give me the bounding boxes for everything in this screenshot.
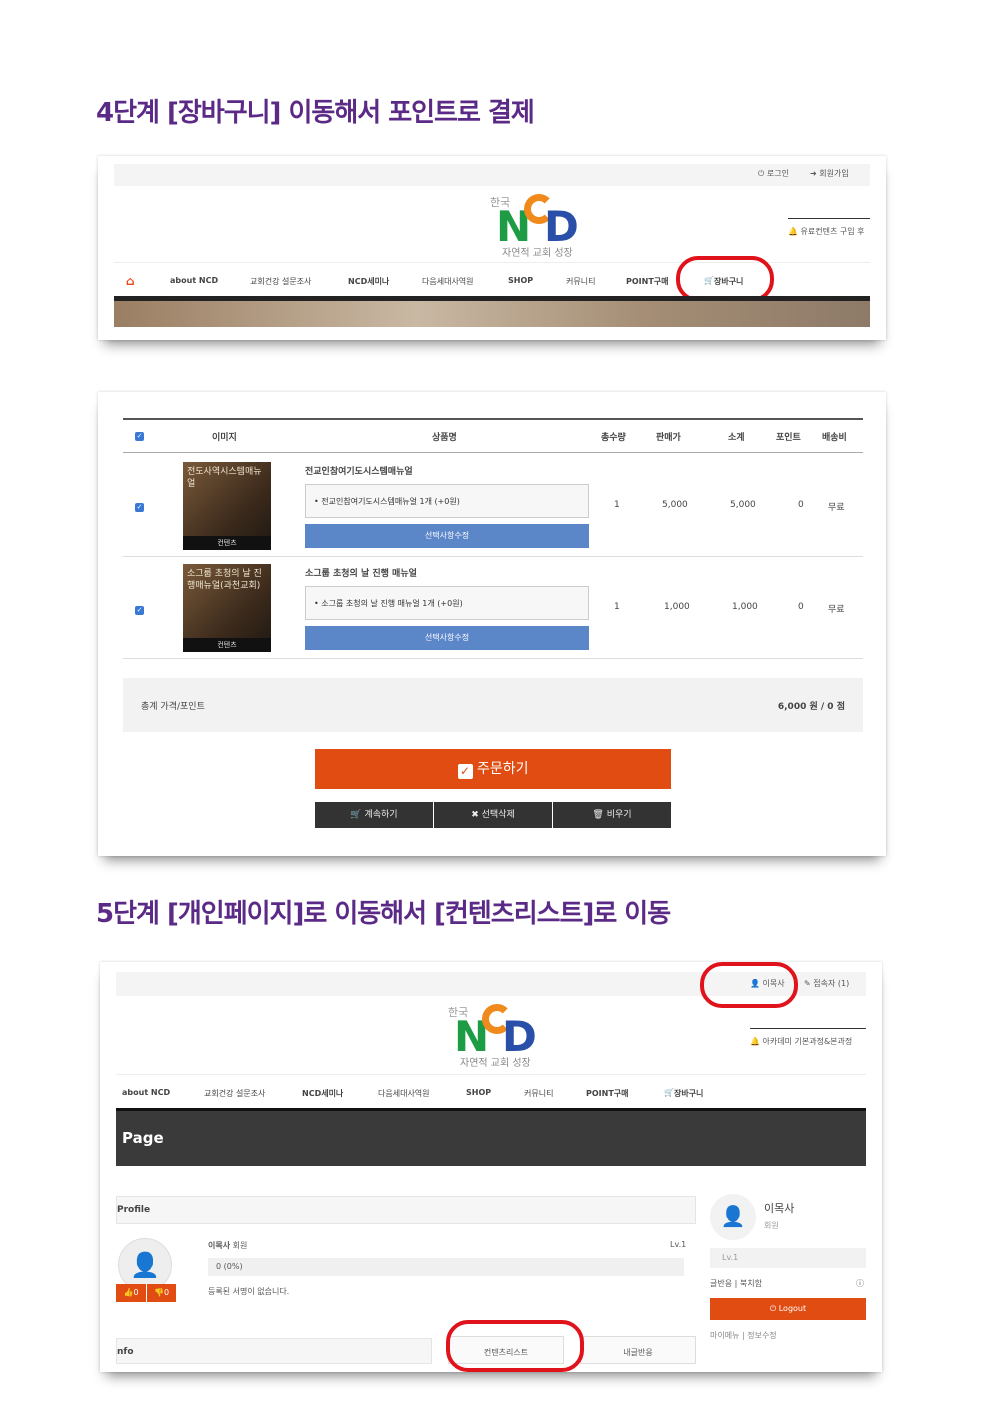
order-button[interactable]: ✓ 주문하기 [315, 749, 671, 789]
row1-checkbox[interactable]: ✓ [135, 503, 144, 512]
row2-price: 1,000 [664, 602, 690, 612]
header-divider [750, 1028, 866, 1029]
step4-title: 4단계 [장바구니] 이동해서 포인트로 결제 [96, 98, 535, 128]
empty-cart-button[interactable]: 🗑 비우기 [553, 802, 671, 828]
step4-screenshot: ⏻ 로그인 ➜ 회원가입 한국 N D 자연적 교회 성장 🔔 유료컨텐츠 구입… [98, 156, 886, 340]
header-point: 포인트 [776, 433, 801, 443]
total-value: 6,000 원 / 0 점 [777, 702, 845, 712]
side-level-box: Lv.1 [710, 1248, 866, 1268]
top-bar [114, 164, 870, 186]
delete-selected-button[interactable]: ✖ 선택삭제 [434, 802, 552, 828]
row1-shipping: 무료 [828, 503, 845, 513]
ncd-logo[interactable]: 한국 N D 자연적 교회 성장 [490, 194, 600, 266]
cart-screenshot: ✓ 이미지 상품명 총수량 판매가 소계 포인트 배송비 ✓ 전도사역시스템매뉴… [98, 392, 886, 856]
profile-level: Lv.1 [670, 1240, 687, 1249]
select-all-checkbox[interactable]: ✓ [135, 432, 144, 441]
continue-shopping-button[interactable]: 🛒 계속하기 [315, 802, 433, 828]
nav-community[interactable]: 커뮤니티 [524, 1088, 553, 1099]
row1-product-name[interactable]: 전교인참여기도시스템매뉴얼 [305, 464, 413, 477]
contents-list-highlight-ring [446, 1320, 584, 1372]
header-product: 상품명 [432, 433, 457, 443]
profile-header: Profile [116, 1196, 696, 1224]
row1-point: 0 [798, 500, 804, 510]
nav-shop[interactable]: SHOP [466, 1088, 491, 1097]
row1-option: • 전교인참여기도시스템매뉴얼 1개 (+0원) [305, 484, 589, 518]
row2-option: • 소그룹 초청의 날 진행 매뉴얼 1개 (+0원) [305, 586, 589, 620]
paid-content-notice: 🔔 유료컨텐츠 구입 후 [788, 227, 865, 236]
nav-community[interactable]: 커뮤니티 [566, 276, 595, 287]
access-link[interactable]: ✎ 접속자 (1) [804, 978, 849, 989]
ncd-logo[interactable]: 한국 N D 자연적 교회 성장 [448, 1004, 558, 1076]
header-subtotal: 소계 [728, 433, 745, 443]
like-badge: 👍0 [116, 1284, 146, 1302]
profile-user-name: 이목사 회원 [208, 1241, 248, 1250]
total-box: 총계 가격/포인트 6,000 원 / 0 점 [123, 678, 863, 732]
user-link-highlight-ring [700, 962, 798, 1008]
row1-divider [123, 556, 863, 557]
side-avatar: 👤 [710, 1194, 756, 1240]
row1-price: 5,000 [662, 500, 688, 510]
nav-point[interactable]: POINT구매 [626, 276, 669, 287]
page-heading: Page [122, 1129, 164, 1147]
header-divider [788, 218, 870, 219]
side-bottom-links[interactable]: 마이메뉴 | 정보수정 [710, 1330, 777, 1341]
row2-shipping: 무료 [828, 605, 845, 615]
nav-seminar[interactable]: NCD세미나 [348, 276, 389, 287]
total-label: 총계 가격/포인트 [141, 702, 205, 712]
info-icon[interactable]: ⓘ [856, 1278, 864, 1289]
side-links[interactable]: 글반응 | 북치함 [710, 1278, 762, 1289]
info-label: nfo [117, 1347, 134, 1357]
home-icon[interactable]: ⌂ [126, 274, 135, 288]
step5-screenshot: 👤 이목사 ✎ 접속자 (1) 한국 N D 자연적 교회 성장 🔔 아카데미 … [100, 962, 882, 1372]
header-qty: 총수량 [601, 433, 626, 443]
side-user-name: 이목사 [764, 1202, 795, 1215]
nav-cart[interactable]: 🛒 장바구니 [664, 1088, 703, 1098]
dislike-badge: 👎0 [146, 1284, 176, 1302]
nav-seminar[interactable]: NCD세미나 [302, 1088, 343, 1099]
login-link[interactable]: ⏻ 로그인 [758, 168, 789, 179]
row2-product-name[interactable]: 소그룹 초청의 날 진행 매뉴얼 [305, 566, 417, 579]
hero-banner [114, 301, 870, 327]
nav-shop[interactable]: SHOP [508, 276, 533, 285]
header-shipping: 배송비 [822, 433, 847, 443]
row2-checkbox[interactable]: ✓ [135, 606, 144, 615]
info-header: nfo [116, 1338, 432, 1364]
nav-top-line [116, 1074, 866, 1075]
row2-point: 0 [798, 602, 804, 612]
tab-my-reactions[interactable]: 내글반응 [580, 1336, 696, 1364]
row2-product-image[interactable]: 소그룹 초청의 날 진행매뉴얼(과천교회) 컨텐츠 [183, 564, 271, 652]
exp-progress: 0 (0%) [216, 1262, 243, 1271]
header-price: 판매가 [656, 433, 681, 443]
profile-label: Profile [117, 1205, 151, 1215]
no-signature-text: 등록된 서명이 없습니다. [208, 1287, 290, 1296]
nav-survey[interactable]: 교회건강 설문조사 [204, 1088, 265, 1099]
step5-title: 5단계 [개인페이지]로 이동해서 [컨텐츠리스트]로 이동 [96, 899, 671, 929]
nav-point[interactable]: POINT구매 [586, 1088, 629, 1099]
row2-edit-options-button[interactable]: 선택사항수정 [305, 626, 589, 650]
nav-survey[interactable]: 교회건강 설문조사 [250, 276, 311, 287]
nav-about[interactable]: about NCD [122, 1088, 170, 1097]
join-link[interactable]: ➜ 회원가입 [810, 168, 849, 179]
nav-about[interactable]: about NCD [170, 276, 218, 285]
academy-notice: 🔔 아카데미 기본과정&본과정 [750, 1037, 853, 1046]
page-banner: Page [116, 1108, 866, 1166]
header-divider [123, 452, 863, 453]
check-icon: ✓ [457, 764, 473, 779]
nav-nextgen[interactable]: 다음세대사역원 [378, 1088, 430, 1099]
cart-table-top-border [123, 418, 863, 420]
logout-button[interactable]: ⏻ Logout [710, 1298, 866, 1320]
row1-edit-options-button[interactable]: 선택사항수정 [305, 524, 589, 548]
side-user-role: 회원 [764, 1221, 779, 1230]
row1-subtotal: 5,000 [730, 500, 756, 510]
header-image: 이미지 [212, 433, 237, 443]
exp-bar: 0 (0%) [208, 1258, 684, 1276]
row2-qty: 1 [614, 602, 620, 612]
row1-qty: 1 [614, 500, 620, 510]
nav-nextgen[interactable]: 다음세대사역원 [422, 276, 474, 287]
row2-divider [123, 658, 863, 659]
row2-subtotal: 1,000 [732, 602, 758, 612]
row1-product-image[interactable]: 전도사역시스템매뉴얼 컨텐츠 [183, 462, 271, 550]
